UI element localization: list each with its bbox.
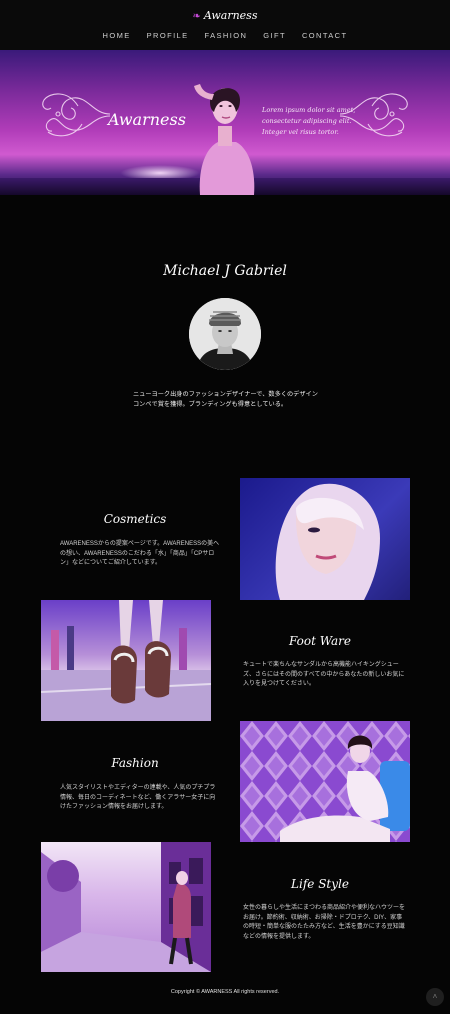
footware-photo — [41, 600, 211, 721]
section-title-lifestyle: Life Style — [291, 877, 349, 891]
main-nav: HOME PROFILE FASHION GIFT CONTACT — [0, 31, 450, 40]
profile-name: Michael J Gabriel — [163, 263, 287, 279]
hero-title: Awarness — [108, 110, 186, 129]
profile-bio: ニューヨーク出身のファッションデザイナーで、数多くのデザインコンペで賞を獲得。ブ… — [133, 391, 318, 408]
footer-copyright: Copyright © AWARNESS All rights reserved… — [170, 989, 280, 995]
section-title-footware: Foot Ware — [288, 634, 352, 648]
section-title-fashion: Fashion — [111, 756, 159, 770]
footware-shoes-image — [41, 600, 211, 721]
section-text-lifestyle: 女性の暮らしや生活にまつわる商品紹介や便利なハウツーをお届け。節約術、収納術、お… — [243, 905, 405, 940]
section-title-cosmetics: Cosmetics — [103, 512, 167, 526]
nav-contact[interactable]: CONTACT — [302, 31, 348, 40]
lifestyle-photo — [41, 842, 211, 972]
cosmetics-model-image — [275, 483, 380, 600]
profile-avatar — [189, 298, 261, 370]
lifestyle-street-image — [41, 842, 211, 972]
ornament-left-icon — [42, 93, 111, 137]
fashion-model-image — [240, 721, 410, 842]
section-text-cosmetics: AWARENESSからの提案ページです。AWARENESSの美への想い、AWAR… — [60, 541, 220, 566]
nav-home[interactable]: HOME — [103, 31, 131, 40]
hero-model-image — [194, 84, 255, 195]
chevron-up-icon: ˄ — [432, 992, 438, 1001]
hero-banner: Awarness Lorem ipsum dolor sit amet, con… — [0, 50, 450, 195]
section-text-footware: キュートで楽ちんなサンダルから高機能ハイキングシューズ、さらにはその間のすべての… — [243, 662, 405, 687]
site-logo[interactable]: ❧ Awarness — [0, 9, 450, 22]
cosmetics-photo — [240, 478, 410, 600]
nav-fashion[interactable]: FASHION — [205, 31, 248, 40]
fashion-photo — [240, 721, 410, 842]
nav-gift[interactable]: GIFT — [263, 31, 286, 40]
section-text-fashion: 人気スタイリストやエディターの連載や、人気のプチプラ情報、毎日のコーディネートな… — [60, 785, 216, 810]
site-header: ❧ Awarness HOME PROFILE FASHION GIFT CONT… — [0, 0, 450, 50]
butterfly-icon: ❧ — [192, 11, 201, 22]
logo-text: Awarness — [203, 9, 258, 22]
scroll-to-top-button[interactable]: ˄ — [426, 988, 444, 1006]
avatar-photo — [189, 298, 261, 370]
nav-profile[interactable]: PROFILE — [147, 31, 189, 40]
ornament-right-icon — [339, 93, 408, 137]
